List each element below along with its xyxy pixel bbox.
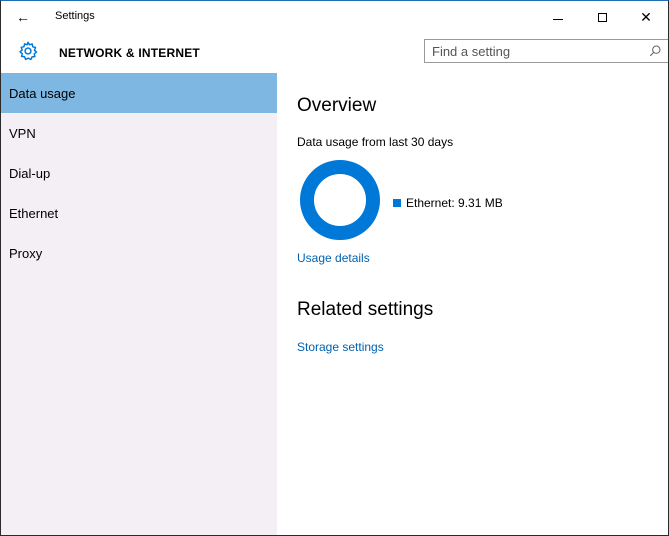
window-controls: ✕ — [536, 1, 668, 33]
sidebar-item-label: VPN — [9, 125, 36, 141]
section-title: NETWORK & INTERNET — [59, 46, 200, 60]
chart-legend: Ethernet: 9.31 MB — [393, 196, 503, 210]
sidebar-item-vpn[interactable]: VPN — [1, 113, 277, 153]
search-input[interactable] — [425, 40, 635, 62]
search-box[interactable] — [424, 39, 668, 63]
sidebar: Data usage VPN Dial-up Ethernet Proxy — [1, 73, 277, 535]
back-button[interactable]: ← — [13, 7, 33, 27]
back-arrow-icon: ← — [16, 9, 30, 25]
usage-details-link[interactable]: Usage details — [297, 251, 370, 265]
sidebar-item-label: Data usage — [9, 85, 76, 101]
sidebar-item-proxy[interactable]: Proxy — [1, 233, 277, 273]
sidebar-item-label: Dial-up — [9, 165, 51, 181]
maximize-icon — [597, 12, 607, 22]
maximize-button[interactable] — [580, 1, 624, 33]
gear-icon — [19, 41, 38, 61]
legend-swatch-ethernet — [393, 199, 401, 207]
title-bar: ← Settings ✕ — [1, 1, 668, 33]
window-title: Settings — [55, 10, 95, 22]
settings-window: ← Settings ✕ NETWORK & INTERNET Find a s… — [0, 0, 669, 536]
overview-heading: Overview — [297, 95, 377, 116]
storage-settings-link[interactable]: Storage settings — [297, 340, 384, 354]
sidebar-item-dial-up[interactable]: Dial-up — [1, 153, 277, 193]
legend-label-ethernet: Ethernet: 9.31 MB — [406, 196, 503, 210]
sidebar-item-label: Ethernet — [9, 205, 59, 221]
minimize-button[interactable] — [536, 1, 580, 33]
minimize-icon — [553, 18, 563, 20]
sidebar-item-data-usage[interactable]: Data usage — [1, 73, 277, 113]
close-icon: ✕ — [640, 9, 652, 25]
sidebar-item-label: Proxy — [9, 245, 43, 261]
page-header: NETWORK & INTERNET — [1, 33, 668, 73]
usage-subtitle: Data usage from last 30 days — [297, 135, 454, 149]
main-content: Overview Data usage from last 30 days Et… — [277, 73, 668, 535]
close-button[interactable]: ✕ — [624, 1, 668, 33]
data-usage-donut-chart — [300, 160, 380, 240]
sidebar-item-ethernet[interactable]: Ethernet — [1, 193, 277, 233]
related-settings-heading: Related settings — [297, 299, 434, 320]
donut-segment-ethernet — [300, 160, 380, 240]
search-icon[interactable] — [648, 44, 662, 58]
